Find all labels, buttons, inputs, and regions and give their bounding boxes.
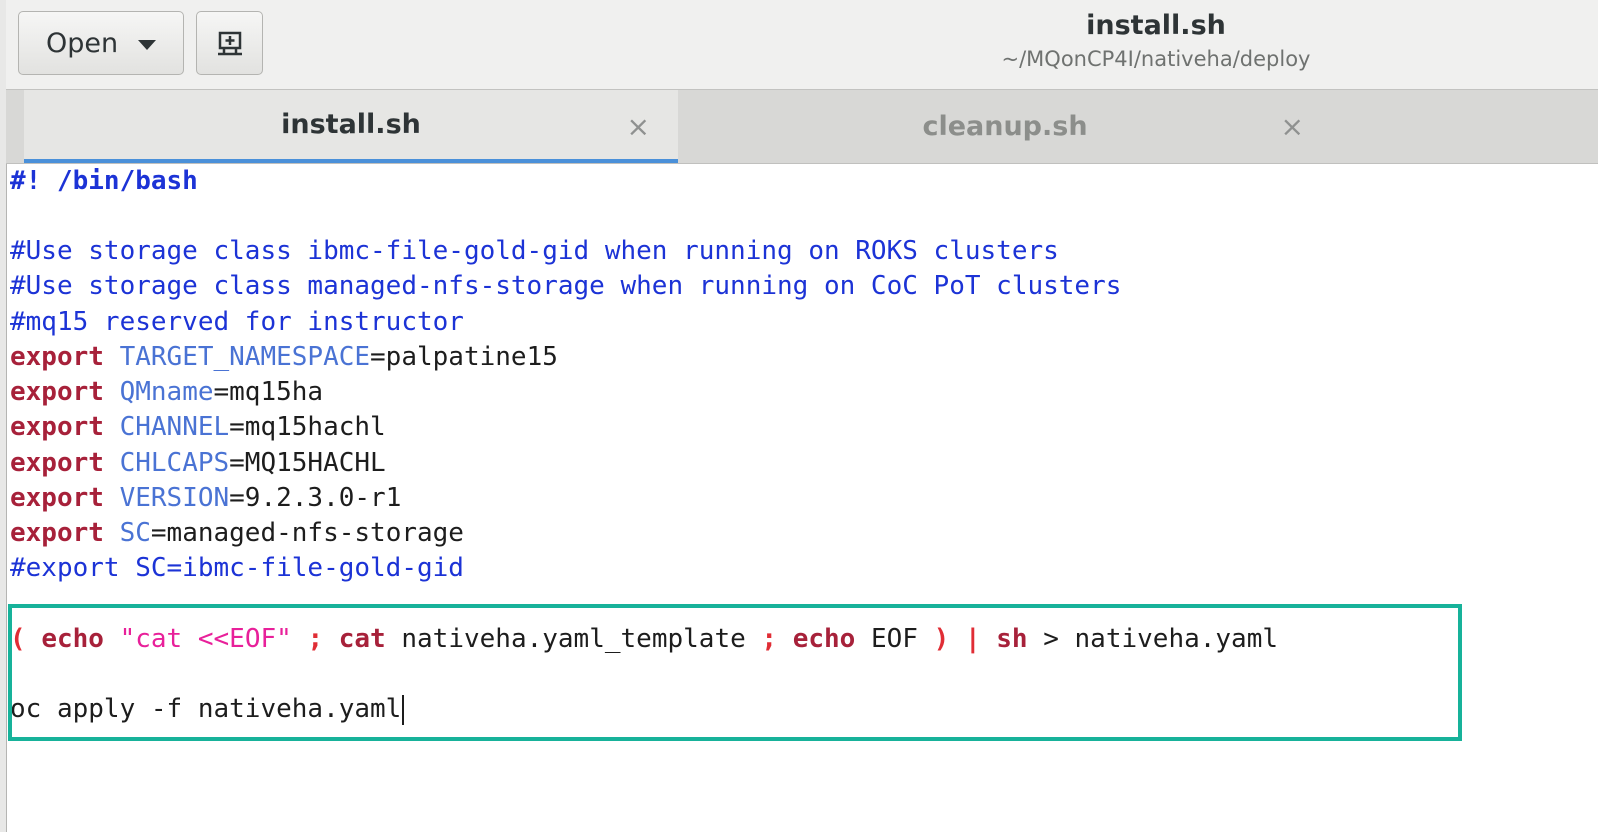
tab-label: install.sh <box>281 109 421 140</box>
code-line-comment: #Use storage class managed-nfs-storage w… <box>10 271 1122 301</box>
code-line-export: export CHANNEL=mq15hachl <box>10 410 386 445</box>
variable-name: TARGET_NAMESPACE <box>119 342 371 372</box>
variable-name: CHANNEL <box>119 412 230 442</box>
code-line-comment: #export SC=ibmc-file-gold-gid <box>10 553 464 583</box>
code-line-export: export VERSION=9.2.3.0-r1 <box>10 481 401 516</box>
code-line-export: export SC=managed-nfs-storage <box>10 516 464 551</box>
keyword: export <box>10 412 104 442</box>
window-subtitle-path: ~/MQonCP4I/nativeha/deploy <box>1001 47 1311 71</box>
code-line-shebang: #! /bin/bash <box>10 166 198 196</box>
open-button[interactable]: Open <box>18 11 184 75</box>
variable-value: =mq15ha <box>213 377 324 407</box>
keyword: export <box>10 342 104 372</box>
open-label: Open <box>45 27 119 59</box>
close-icon[interactable]: × <box>627 110 650 143</box>
new-document-icon <box>217 31 242 56</box>
variable-value: =9.2.3.0-r1 <box>229 483 402 513</box>
window-title: install.sh <box>1086 10 1226 41</box>
variable-value: =MQ15HACHL <box>229 448 386 478</box>
tab-cleanup-sh[interactable]: cleanup.sh × <box>678 90 1332 163</box>
chevron-down-icon <box>138 40 157 50</box>
code-line-comment: #Use storage class ibmc-file-gold-gid wh… <box>10 236 1059 266</box>
variable-value: =managed-nfs-storage <box>150 518 464 548</box>
close-icon[interactable]: × <box>1281 110 1304 143</box>
variable-value: =palpatine15 <box>370 342 558 372</box>
header-bar: Open install.sh ~/MQonCP4I/nativeha/depl… <box>6 0 1598 90</box>
variable-name: VERSION <box>119 483 230 513</box>
variable-value: =mq15hachl <box>229 412 386 442</box>
window-title-block: install.sh ~/MQonCP4I/nativeha/deploy <box>856 8 1456 74</box>
keyword: export <box>10 518 104 548</box>
keyword: export <box>10 483 104 513</box>
variable-name: QMname <box>119 377 214 407</box>
keyword: export <box>10 448 104 478</box>
code-line-export: export CHLCAPS=MQ15HACHL <box>10 446 386 481</box>
code-line-export: export TARGET_NAMESPACE=palpatine15 <box>10 340 558 375</box>
highlight-box <box>8 604 1462 741</box>
code-line-comment: #mq15 reserved for instructor <box>10 307 464 337</box>
variable-name: SC <box>119 518 151 548</box>
variable-name: CHLCAPS <box>119 448 230 478</box>
tab-label: cleanup.sh <box>922 111 1088 142</box>
keyword: export <box>10 377 104 407</box>
tab-bar: install.sh × cleanup.sh × <box>6 90 1598 164</box>
code-line-export: export QMname=mq15ha <box>10 375 323 410</box>
tab-install-sh[interactable]: install.sh × <box>24 90 678 163</box>
new-document-button[interactable] <box>196 11 263 75</box>
